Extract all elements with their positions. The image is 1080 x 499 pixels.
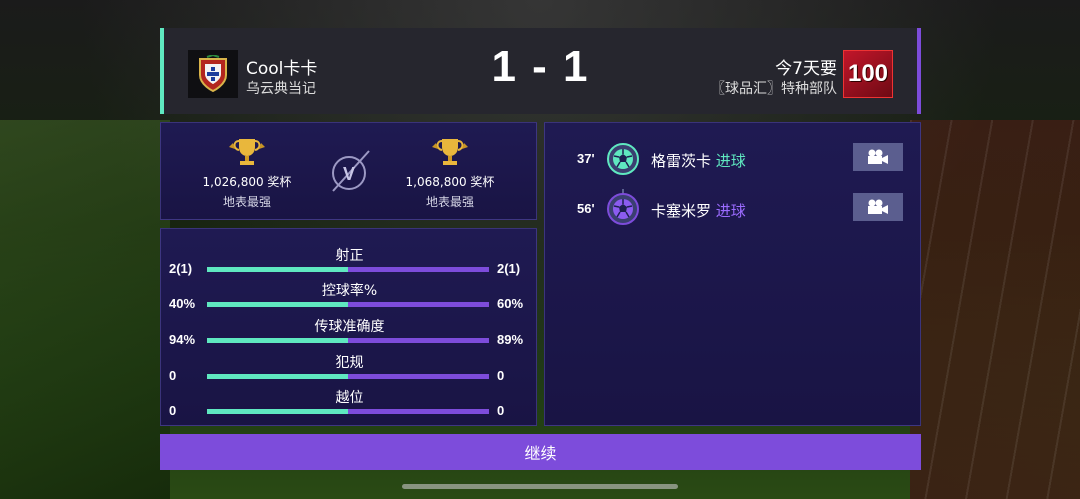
- stat-bar: [207, 374, 489, 379]
- event-player: 格雷茨卡: [651, 152, 712, 170]
- away-trophy-label: 地表最强: [425, 195, 474, 209]
- stat-bar: [207, 267, 489, 272]
- stat-label: 控球率%: [321, 283, 378, 299]
- stadium-background-left: [0, 120, 170, 499]
- match-events-panel: 37' 格雷茨卡 进球 56' 卡塞米罗 进球: [544, 122, 921, 426]
- stadium-background-right: [910, 120, 1080, 499]
- stat-bar-home-fill: [207, 267, 348, 272]
- stat-label: 传球准确度: [314, 319, 385, 335]
- replay-camera-button[interactable]: [853, 193, 903, 221]
- trophy-icon: [229, 139, 265, 165]
- video-camera-icon: [868, 199, 888, 214]
- stat-away-value: 0: [497, 368, 505, 383]
- stat-label: 越位: [335, 390, 364, 406]
- versus-icon: V: [332, 150, 370, 192]
- stat-row-possession: 控球率% 40% 60%: [161, 280, 538, 314]
- versus-label: V: [343, 164, 355, 184]
- stat-bar-home-fill: [207, 409, 348, 414]
- home-indicator-bar[interactable]: [402, 484, 678, 489]
- stat-home-value: 40%: [169, 296, 196, 311]
- stat-home-value: 0: [169, 368, 177, 383]
- stat-bar-home-fill: [207, 374, 348, 379]
- trophy-panel: 1,026,800 奖杯 地表最强 V 1,068,800 奖杯 地表最强: [160, 122, 537, 220]
- event-description: 格雷茨卡 进球: [651, 150, 746, 171]
- stat-bar-home-fill: [207, 338, 348, 343]
- event-description: 卡塞米罗 进球: [651, 200, 746, 221]
- football-icon: [607, 193, 639, 225]
- event-type: 进球: [715, 152, 746, 170]
- away-trophy-info: 1,068,800 奖杯 地表最强: [380, 137, 520, 210]
- event-minute: 37': [577, 151, 595, 166]
- away-team-name: 今7天要: [775, 59, 837, 79]
- stat-home-value: 94%: [169, 332, 196, 347]
- stat-away-value: 0: [497, 403, 505, 418]
- away-trophy-count: 1,068,800 奖杯: [405, 175, 495, 189]
- stat-home-value: 0: [169, 403, 177, 418]
- trophy-icon: [432, 139, 468, 165]
- goal-event: 37' 格雷茨卡 进球: [545, 143, 922, 177]
- event-type: 进球: [715, 202, 746, 220]
- event-minute: 56': [577, 201, 595, 216]
- match-header: Cool卡卡 乌云典当记 1 - 1 今7天要 〖球品汇〗特种部队 100: [160, 28, 921, 114]
- stat-row-fouls: 犯规 0 0: [161, 352, 538, 386]
- stat-bar-home-fill: [207, 302, 348, 307]
- home-trophy-info: 1,026,800 奖杯 地表最强: [177, 137, 317, 210]
- stat-row-pass-accuracy: 传球准确度 94% 89%: [161, 316, 538, 350]
- home-trophy-count: 1,026,800 奖杯: [202, 175, 292, 189]
- stat-bar: [207, 409, 489, 414]
- stat-away-value: 89%: [497, 332, 524, 347]
- stat-bar: [207, 302, 489, 307]
- replay-camera-button[interactable]: [853, 143, 903, 171]
- goal-event: 56' 卡塞米罗 进球: [545, 193, 922, 227]
- stat-away-value: 60%: [497, 296, 524, 311]
- continue-button[interactable]: 继续: [160, 434, 921, 470]
- stat-row-shots-on-target: 射正 2(1) 2(1): [161, 245, 538, 279]
- stat-away-value: 2(1): [497, 261, 521, 276]
- stat-home-value: 2(1): [169, 261, 193, 276]
- stat-label: 犯规: [335, 355, 364, 371]
- event-player: 卡塞米罗: [651, 202, 712, 220]
- away-team-badge: 100: [843, 50, 893, 98]
- video-camera-icon: [868, 149, 888, 164]
- home-trophy-label: 地表最强: [222, 195, 271, 209]
- stat-bar: [207, 338, 489, 343]
- match-stats-panel: 射正 2(1) 2(1) 控球率% 40% 60% 传球准确度 94% 89% …: [160, 228, 537, 426]
- stat-label: 射正: [335, 248, 364, 264]
- away-team-subtitle: 〖球品汇〗特种部队: [711, 81, 837, 97]
- football-icon: [607, 143, 639, 175]
- stat-row-offsides: 越位 0 0: [161, 387, 538, 421]
